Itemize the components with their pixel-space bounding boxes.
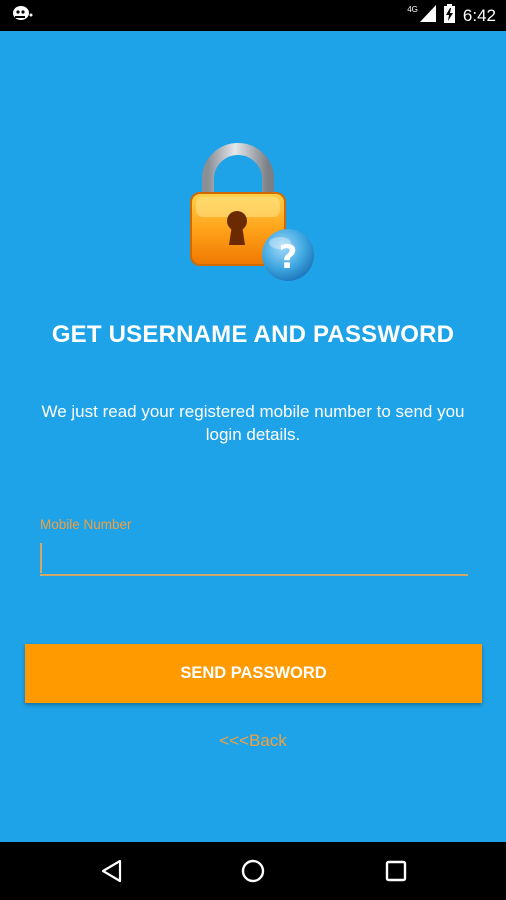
mobile-number-label: Mobile Number bbox=[40, 517, 132, 532]
send-password-button[interactable]: SEND PASSWORD bbox=[25, 644, 482, 703]
lock-question-icon: ? bbox=[188, 141, 320, 286]
battery-icon bbox=[443, 3, 455, 28]
description-text: We just read your registered mobile numb… bbox=[41, 402, 465, 444]
text-cursor bbox=[40, 543, 42, 573]
app-notification-icon bbox=[12, 4, 34, 27]
page-title: GET USERNAME AND PASSWORD bbox=[51, 321, 455, 348]
back-link[interactable]: <<<Back bbox=[0, 731, 506, 751]
signal-icon bbox=[419, 4, 436, 27]
back-icon[interactable] bbox=[97, 856, 127, 886]
main-content: ? GET USERNAME AND PASSWORD We just read… bbox=[0, 31, 506, 842]
status-bar: 4G 6:42 bbox=[0, 0, 506, 31]
network-type: 4G bbox=[407, 5, 418, 14]
status-right: 4G 6:42 bbox=[407, 3, 496, 28]
recents-icon[interactable] bbox=[381, 856, 411, 886]
clock: 6:42 bbox=[462, 5, 496, 25]
home-icon[interactable] bbox=[238, 856, 268, 886]
svg-text:?: ? bbox=[279, 238, 298, 276]
navigation-bar bbox=[0, 842, 506, 900]
status-left bbox=[12, 4, 34, 27]
mobile-number-input[interactable] bbox=[40, 538, 468, 576]
